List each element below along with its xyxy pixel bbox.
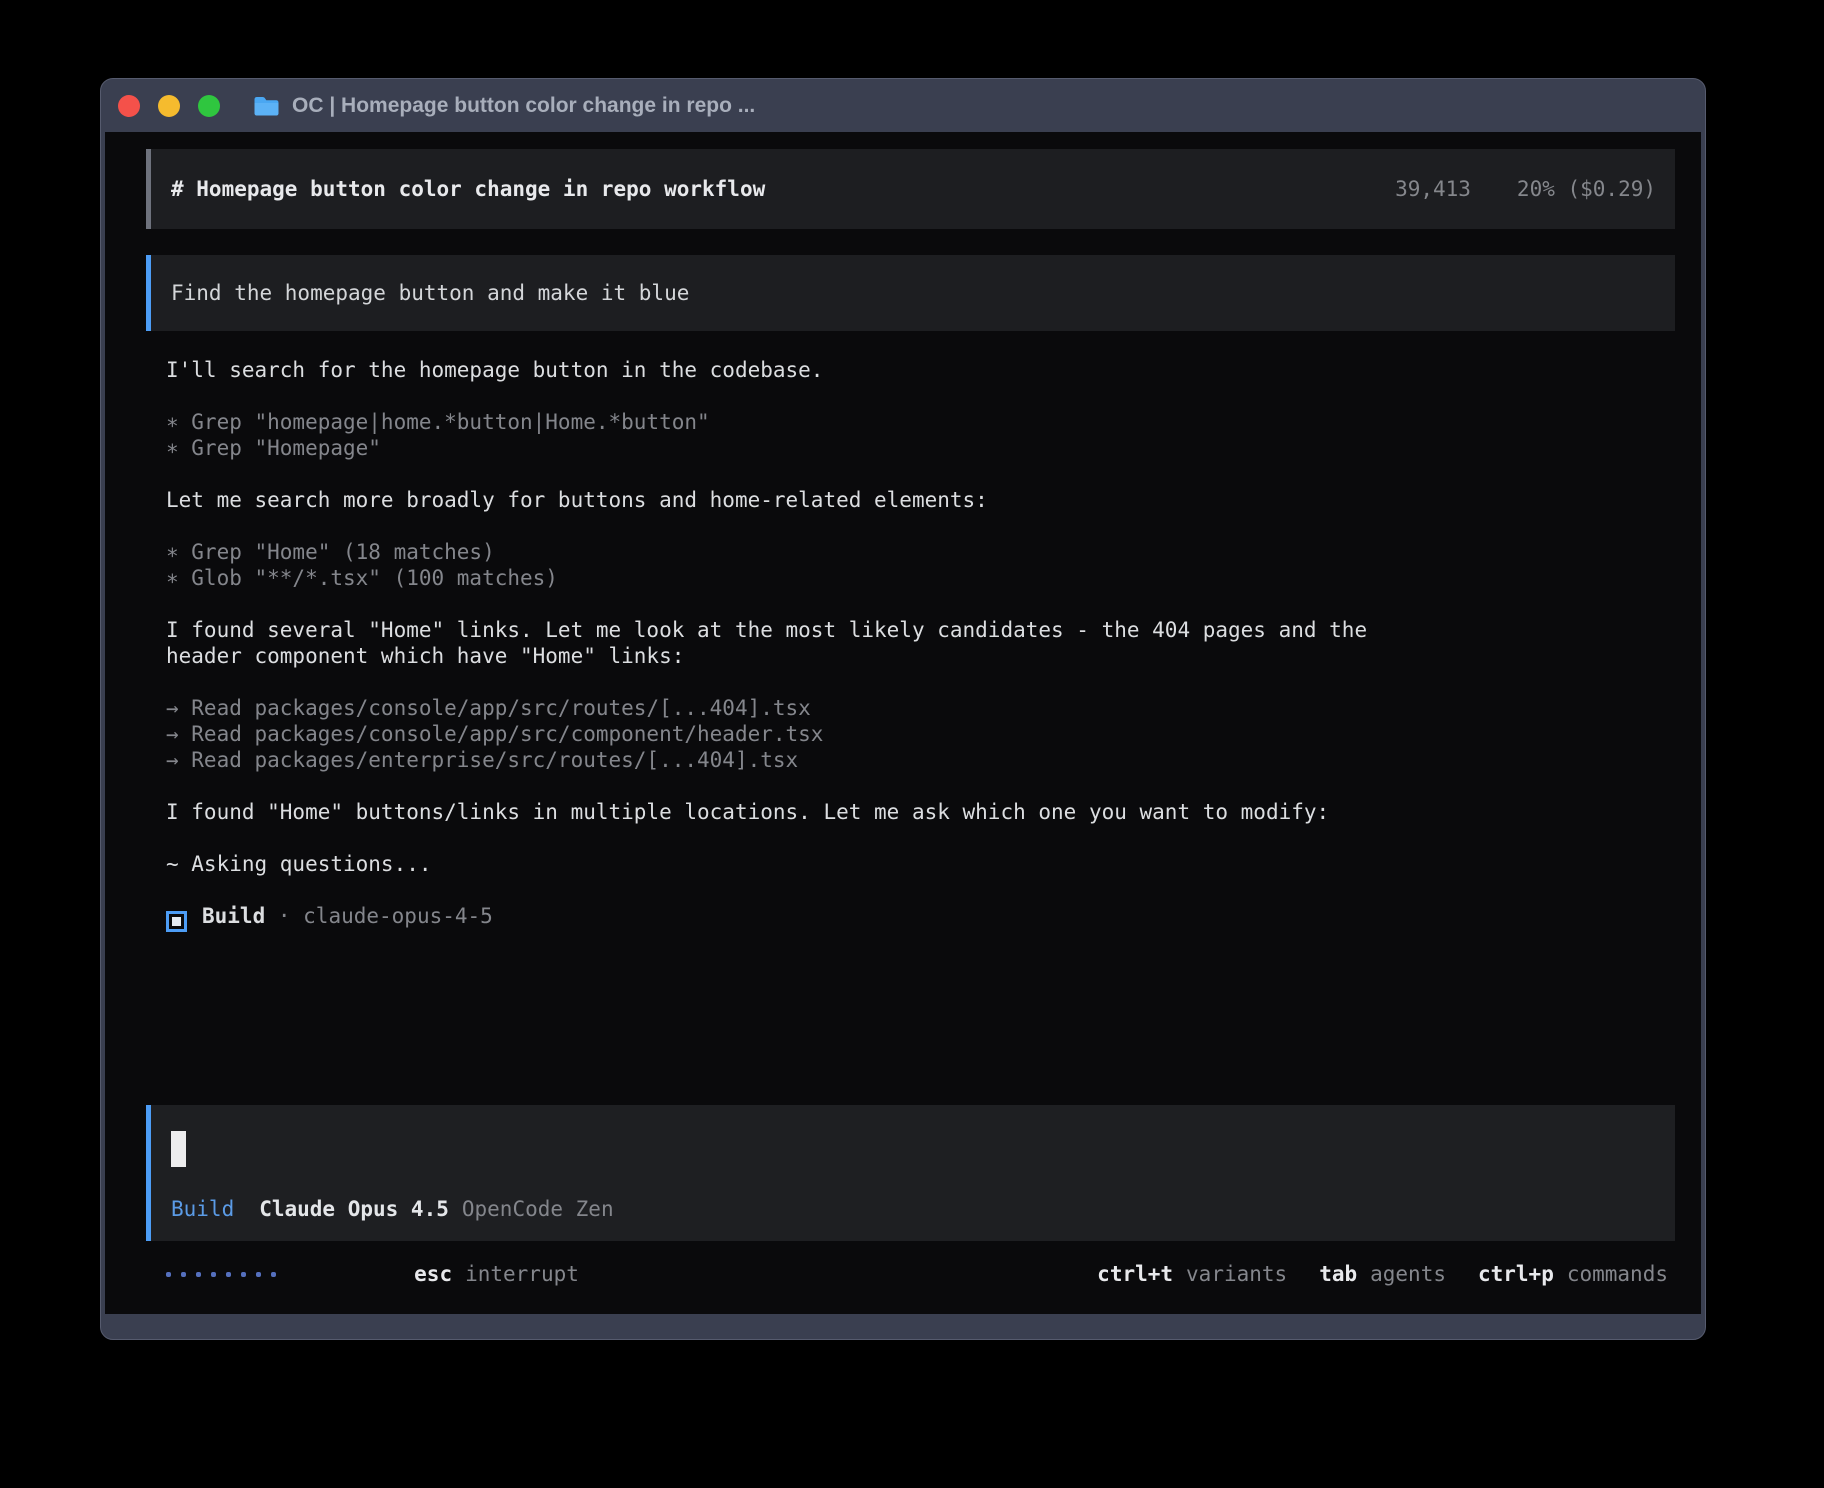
transcript-line: ~ Asking questions... — [166, 851, 1675, 877]
spinner-dot-icon — [196, 1272, 201, 1277]
agent-build-icon — [166, 911, 187, 932]
agent-mode-label[interactable]: Build — [171, 1197, 234, 1221]
transcript-segment: ∗ Grep "Home" (18 matches) — [166, 540, 495, 564]
transcript-segment: → Read packages/console/app/src/componen… — [166, 722, 823, 746]
status-bar: escinterrupt ctrl+tvariantstabagentsctrl… — [166, 1261, 1668, 1287]
transcript-segment: ~ Asking questions... — [166, 852, 432, 876]
transcript-line: I found "Home" buttons/links in multiple… — [166, 799, 1675, 825]
transcript-blank-line — [166, 513, 1675, 539]
transcript-segment: ∗ Grep "homepage|home.*button|Home.*butt… — [166, 410, 710, 434]
terminal-window: OC | Homepage button color change in rep… — [100, 78, 1706, 1340]
transcript-segment: header component which have "Home" links… — [166, 644, 684, 668]
hint-label-agents: agents — [1370, 1262, 1446, 1286]
text-cursor — [171, 1131, 186, 1167]
close-button[interactable] — [118, 95, 140, 117]
transcript-line: Let me search more broadly for buttons a… — [166, 487, 1675, 513]
user-message-text: Find the homepage button and make it blu… — [171, 281, 689, 305]
transcript-line: header component which have "Home" links… — [166, 643, 1675, 669]
transcript-line: → Read packages/enterprise/src/routes/[.… — [166, 747, 1675, 773]
spinner-dot-icon — [166, 1272, 171, 1277]
transcript-line: ∗ Grep "Homepage" — [166, 435, 1675, 461]
transcript-blank-line — [166, 591, 1675, 617]
transcript-line: I found several "Home" links. Let me loo… — [166, 617, 1675, 643]
titlebar[interactable]: OC | Homepage button color change in rep… — [101, 79, 1705, 132]
transcript-segment: → Read packages/enterprise/src/routes/[.… — [166, 748, 798, 772]
transcript-blank-line — [166, 773, 1675, 799]
spinner-dot-icon — [181, 1272, 186, 1277]
transcript-segment: I found "Home" buttons/links in multiple… — [166, 800, 1329, 824]
token-count: 39,413 — [1395, 177, 1471, 201]
prompt-input[interactable]: Build Claude Opus 4.5 OpenCode Zen — [146, 1105, 1675, 1241]
transcript-line: ∗ Grep "Home" (18 matches) — [166, 539, 1675, 565]
transcript-segment: claude-opus-4-5 — [303, 904, 493, 928]
hint-key-esc: esc — [414, 1262, 452, 1286]
transcript-line: ∗ Glob "**/*.tsx" (100 matches) — [166, 565, 1675, 591]
transcript-line: Build · claude-opus-4-5 — [166, 903, 1675, 929]
session-title: # Homepage button color change in repo w… — [171, 177, 765, 201]
transcript-line: ∗ Grep "homepage|home.*button|Home.*butt… — [166, 409, 1675, 435]
hint-label-interrupt: interrupt — [465, 1262, 579, 1286]
transcript-line: I'll search for the homepage button in t… — [166, 357, 1675, 383]
folder-icon — [252, 94, 281, 118]
right-hints: ctrl+t variants tab agents ctrl+p commands — [1097, 1262, 1668, 1286]
spinner-dot-icon — [226, 1272, 231, 1277]
hint-key-tab: tab — [1319, 1262, 1357, 1286]
transcript-blank-line — [166, 877, 1675, 903]
transcript-segment: Build — [202, 904, 265, 928]
context-usage: 20% ($0.29) — [1517, 177, 1656, 201]
spinner-dot-icon — [211, 1272, 216, 1277]
transcript: I'll search for the homepage button in t… — [166, 357, 1675, 929]
transcript-blank-line — [166, 383, 1675, 409]
minimize-button[interactable] — [158, 95, 180, 117]
terminal-content: # Homepage button color change in repo w… — [105, 132, 1701, 1314]
spinner-dot-icon — [241, 1272, 246, 1277]
transcript-blank-line — [166, 669, 1675, 695]
hint-commands: ctrl+p commands — [1478, 1262, 1668, 1286]
session-header: # Homepage button color change in repo w… — [146, 149, 1675, 229]
spinner-dot-icon — [271, 1272, 276, 1277]
transcript-segment: I'll search for the homepage button in t… — [166, 358, 823, 382]
hint-label-variants: variants — [1186, 1262, 1287, 1286]
hint-key-ctrl-t: ctrl+t — [1097, 1262, 1173, 1286]
hint-agents: tab agents — [1319, 1262, 1446, 1286]
session-stats: 39,413 20% ($0.29) — [1395, 177, 1656, 201]
transcript-segment: → Read packages/console/app/src/routes/[… — [166, 696, 811, 720]
transcript-line: → Read packages/console/app/src/componen… — [166, 721, 1675, 747]
model-label[interactable]: Claude Opus 4.5 — [259, 1197, 449, 1221]
window-title: OC | Homepage button color change in rep… — [292, 94, 755, 118]
input-meta: Build Claude Opus 4.5 OpenCode Zen — [171, 1197, 1655, 1221]
hint-variants: ctrl+t variants — [1097, 1262, 1287, 1286]
transcript-segment: ∗ Grep "Homepage" — [166, 436, 381, 460]
transcript-blank-line — [166, 461, 1675, 487]
user-message: Find the homepage button and make it blu… — [146, 255, 1675, 331]
zoom-button[interactable] — [198, 95, 220, 117]
transcript-segment: I found several "Home" links. Let me loo… — [166, 618, 1367, 642]
hint-label-commands: commands — [1567, 1262, 1668, 1286]
transcript-segment: Let me search more broadly for buttons a… — [166, 488, 988, 512]
spinner-dot-icon — [256, 1272, 261, 1277]
transcript-segment: ∗ Glob "**/*.tsx" (100 matches) — [166, 566, 558, 590]
transcript-blank-line — [166, 825, 1675, 851]
transcript-segment: · — [265, 904, 303, 928]
transcript-line: → Read packages/console/app/src/routes/[… — [166, 695, 1675, 721]
spinner-dots — [166, 1272, 276, 1277]
hint-interrupt: esc interrupt — [313, 1238, 579, 1310]
hint-key-ctrl-p: ctrl+p — [1478, 1262, 1554, 1286]
provider-label: OpenCode Zen — [462, 1197, 614, 1221]
